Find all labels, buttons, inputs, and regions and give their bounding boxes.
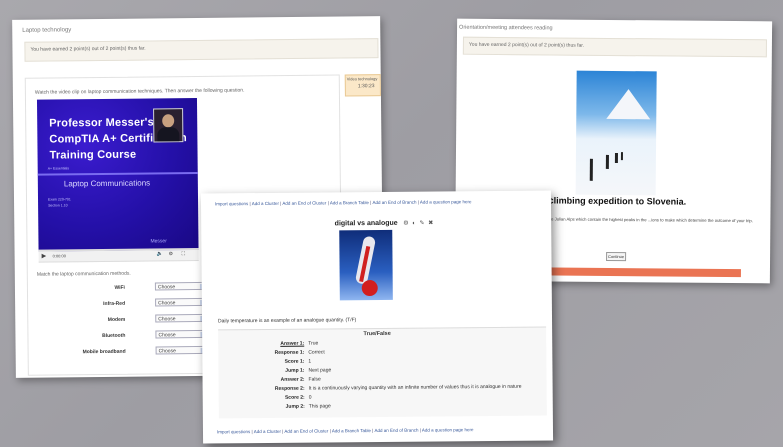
window-title: Laptop technology (22, 27, 72, 34)
answer-value: It is a continuously varying quantity wi… (308, 383, 522, 392)
link-import-questions[interactable]: Import questions (215, 201, 248, 206)
video-divider (37, 172, 198, 176)
link-import-questions[interactable]: Import questions (217, 429, 250, 434)
continue-button[interactable]: Continue (606, 251, 627, 262)
match-row-bluetooth: Bluetooth Choose (95, 329, 208, 341)
link-add-end-branch[interactable]: Add an End of Branch (372, 200, 416, 205)
answer-key: Answer 1: (280, 340, 305, 347)
match-select[interactable]: Choose (154, 281, 207, 291)
answer-value: True (308, 340, 319, 347)
thermometer-bulb (361, 279, 378, 297)
thermometer-image (339, 229, 393, 301)
link-add-branch-table[interactable]: Add a Branch Table (330, 200, 369, 205)
link-add-cluster[interactable]: Add a Cluster (252, 201, 279, 206)
fullscreen-icon[interactable]: ⛶ (182, 251, 186, 257)
answer-key: Jump 2: (285, 403, 305, 410)
link-add-branch-table[interactable]: Add a Branch Table (332, 428, 371, 433)
match-row-mobile-broadband: Mobile broadband Choose (83, 345, 208, 357)
answer-value: Next page (308, 367, 332, 374)
climber-figure (589, 158, 593, 181)
video-meta-3: Section 1.10 (48, 203, 68, 208)
side-block-title: Video technology (346, 76, 378, 82)
match-select[interactable]: Choose (155, 313, 208, 323)
bottom-link-bar: Import questions | Add a Cluster | Add a… (216, 427, 474, 435)
answer-key: Score 1: (284, 358, 305, 365)
answer-value: 1 (308, 358, 312, 365)
video-meta-2: Exam 220-701 (47, 197, 71, 202)
climber-figure (620, 152, 623, 161)
question-text: Daily temperature is an example of an an… (218, 317, 357, 325)
answer-value: This page (308, 403, 331, 410)
video-time: 0:00:00 (52, 253, 66, 259)
lesson-progress-bar (540, 267, 741, 278)
answer-key: Answer 2: (280, 376, 305, 383)
match-select[interactable]: Choose (155, 329, 208, 339)
match-label: Bluetooth (102, 332, 126, 340)
play-icon[interactable]: ▶ (42, 253, 47, 260)
video-controls: ▶ 0:00:00 🔈 ⚙ ⛶ (38, 249, 199, 263)
answer-key: Response 1: (274, 349, 305, 356)
match-select[interactable]: Choose (155, 297, 208, 307)
score-message: You have earned 2 point(s) out of 2 poin… (468, 41, 585, 49)
match-select[interactable]: Choose (155, 345, 208, 355)
video-meta-1: A+ Essentials (47, 166, 70, 171)
climber-figure (605, 154, 609, 169)
match-row-modem: Modem Choose (95, 313, 208, 325)
answer-value: 0 (308, 394, 312, 401)
climber-figure (614, 153, 618, 164)
match-label: Mobile broadband (82, 348, 126, 356)
answer-key: Jump 1: (285, 367, 305, 374)
answer-key: Score 2: (284, 394, 305, 401)
link-add-question-page[interactable]: Add a question page here (420, 199, 472, 204)
side-block-timer: 1:30:23 (357, 83, 375, 90)
video-brand: Messer (150, 238, 167, 245)
question-action-icons[interactable]: ⚙ ◐ ✎ ✖ (403, 219, 434, 226)
mountain-peak (606, 88, 651, 120)
link-add-question-page[interactable]: Add a question page here (422, 427, 474, 432)
question-edit-window: Import questions | Add a Cluster | Add a… (200, 190, 554, 444)
question-title: digital vs analogue (334, 219, 398, 228)
link-add-end-cluster[interactable]: Add an End of Cluster (282, 200, 326, 205)
match-label: WiFi (114, 284, 125, 291)
match-row-infrared: Infra-Red Choose (95, 297, 208, 309)
video-title-line-3: Training Course (49, 148, 137, 162)
link-add-end-cluster[interactable]: Add an End of Cluster (284, 428, 328, 433)
match-label: Infra-Red (103, 300, 126, 307)
top-link-bar: Import questions | Add a Cluster | Add a… (214, 199, 472, 207)
answer-value: False (308, 376, 321, 383)
match-instruction: Match the laptop communication methods. (36, 270, 131, 278)
volume-icon[interactable]: 🔈 (157, 251, 163, 257)
answer-value: Correct (308, 349, 325, 356)
video-player[interactable]: Professor Messer's Free CompTIA A+ Certi… (36, 98, 199, 252)
presenter-photo (153, 108, 184, 143)
climbing-photo (575, 70, 657, 196)
match-row-wifi: WiFi Choose (95, 281, 207, 293)
match-label: Modem (107, 316, 126, 323)
video-subtitle: Laptop Communications (63, 178, 151, 189)
settings-icon[interactable]: ⚙ (169, 251, 174, 257)
thermometer-tube (354, 235, 377, 285)
link-add-end-branch[interactable]: Add an End of Branch (374, 428, 418, 433)
score-message: You have earned 2 point(s) out of 2 poin… (30, 45, 146, 53)
answer-key: Response 2: (274, 385, 305, 392)
link-add-cluster[interactable]: Add a Cluster (254, 429, 281, 434)
window-title: Orientation/meeting attendees reading (459, 24, 553, 32)
